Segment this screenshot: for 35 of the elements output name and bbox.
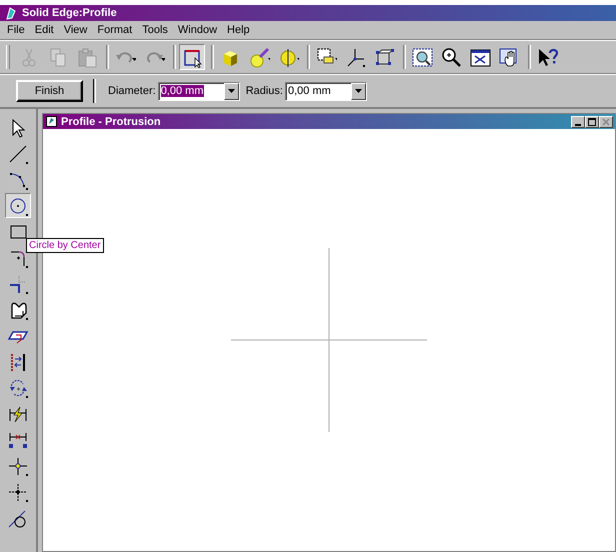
help-pointer-icon <box>536 46 558 68</box>
combo-field[interactable]: 0,00 mm <box>158 82 240 100</box>
menu-item[interactable]: File <box>2 24 30 36</box>
menu-item[interactable]: Window <box>172 24 222 36</box>
window-title: Solid Edge:Profile <box>22 7 117 19</box>
maximize-button[interactable] <box>585 116 599 128</box>
box-handles-icon <box>373 46 395 68</box>
menu-item[interactable]: Format <box>92 24 138 36</box>
minimize-button[interactable] <box>571 116 585 128</box>
zoom-area-icon <box>411 46 433 68</box>
combo-field[interactable]: 0,00 mm <box>284 82 367 100</box>
finish-button[interactable]: Finish <box>16 80 83 102</box>
menu-item[interactable]: Help <box>222 24 255 36</box>
close-button[interactable] <box>599 116 613 128</box>
tool-button[interactable] <box>5 193 31 218</box>
dropdown-button[interactable] <box>224 82 239 100</box>
caret-icon <box>354 89 362 93</box>
menu-item[interactable]: Edit <box>30 24 59 36</box>
line-icon <box>7 142 29 164</box>
close-icon <box>602 118 610 126</box>
paste-icon <box>76 46 98 68</box>
maximize-icon <box>588 118 596 126</box>
caret-icon <box>228 89 235 93</box>
document-icon <box>46 116 57 127</box>
tooltip: Circle by Center <box>26 238 104 253</box>
minimize-icon <box>575 124 581 126</box>
zoom-icon <box>440 46 462 68</box>
toolbar-button[interactable] <box>179 44 205 70</box>
field-label: Radius: <box>246 85 283 97</box>
document-title: Profile - Protrusion <box>61 116 161 128</box>
menu-item[interactable]: View <box>58 24 92 36</box>
dropdown-button[interactable] <box>350 82 366 100</box>
paint-brush-icon <box>248 46 270 68</box>
menu-item[interactable]: Tools <box>137 24 173 36</box>
field-label: Diameter: <box>108 85 156 97</box>
